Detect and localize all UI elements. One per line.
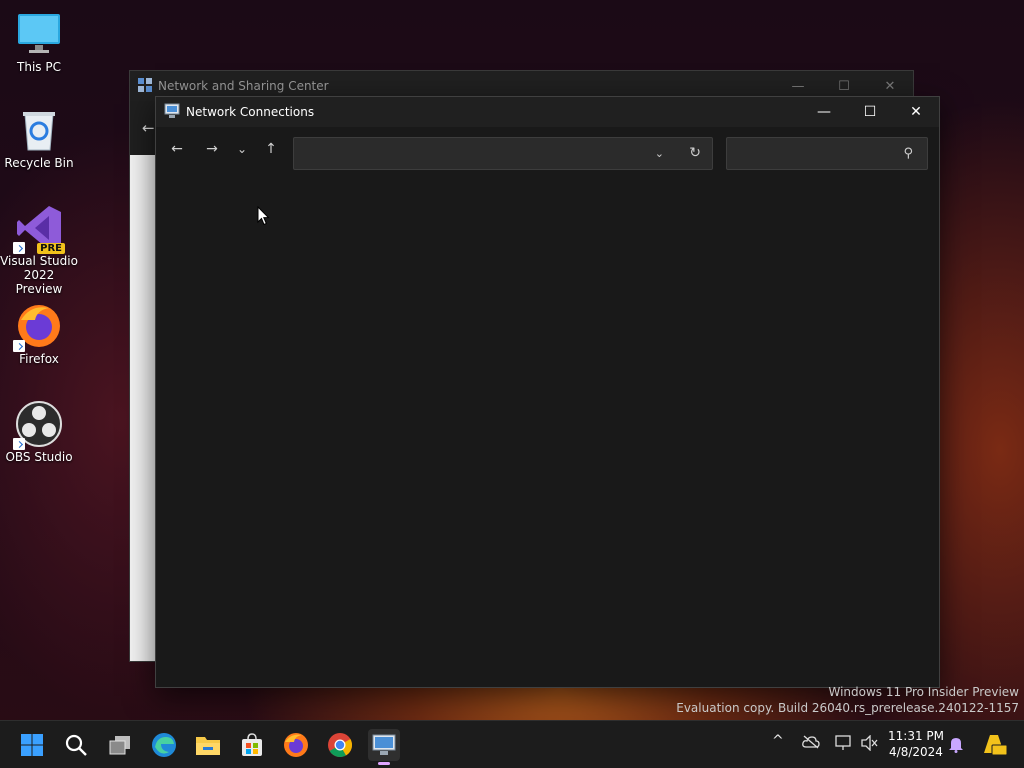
back-button[interactable]: ← [166,139,188,159]
clock-time: 11:31 PM [888,729,944,743]
title-bar[interactable]: Network Connections — ☐ ✕ [156,97,939,127]
search-button[interactable] [60,729,92,761]
task-view-icon [109,736,130,755]
chrome-icon [328,733,353,758]
edition-watermark: Windows 11 Pro Insider Preview [828,685,1019,699]
shortcut-arrow-icon [13,242,25,254]
obs-icon [13,400,63,450]
start-icon [21,734,43,756]
forward-button[interactable]: → [201,139,223,159]
network-connections-taskbar-button[interactable] [368,729,400,765]
shortcut-arrow-icon [13,438,25,450]
store-button[interactable] [236,729,268,761]
window-title: Network Connections [186,105,315,119]
network-status-icon[interactable] [834,735,852,755]
firefox-icon [284,733,308,757]
minimize-button[interactable]: — [801,97,847,127]
mouse-cursor-icon [257,205,270,230]
network-connections-icon [372,734,396,755]
pre-badge: PRE [37,243,65,254]
task-view-button[interactable] [104,729,136,761]
start-button[interactable] [16,729,48,761]
back-arrow-icon[interactable]: ← [142,119,155,137]
build-watermark: Evaluation copy. Build 26040.rs_prerelea… [676,701,1019,715]
desktop-icon-this-pc[interactable]: This PC [0,10,78,74]
recycle-bin-icon [15,106,63,154]
up-button[interactable]: ↑ [260,139,282,159]
file-explorer-icon [196,737,220,755]
desktop-icon-firefox[interactable]: Firefox [0,302,78,366]
shortcut-arrow-icon [13,340,25,352]
network-center-icon [138,77,152,95]
desktop-icon-visual-studio[interactable]: PRE Visual Studio 2022 Preview [0,204,78,296]
visual-studio-icon: PRE [13,204,65,254]
firefox-taskbar-button[interactable] [280,729,312,761]
edge-icon [152,733,176,757]
recent-locations-button[interactable]: ⌄ [231,139,253,159]
taskbar: ^ 11:31 PM 4/8/2024 [0,720,1024,768]
clock-date: 4/8/2024 [889,745,943,759]
content-pane [130,155,156,661]
active-indicator [378,762,390,765]
show-hidden-icons-chevron[interactable]: ^ [772,733,784,749]
search-icon [65,734,87,756]
address-input[interactable] [294,138,712,169]
network-connections-icon [164,103,180,122]
window-title: Network and Sharing Center [158,79,329,93]
search-icon[interactable]: ⚲ [903,146,913,161]
chevron-down-icon[interactable]: ⌄ [655,147,664,160]
search-input[interactable] [727,138,927,169]
network-connections-window[interactable]: Network Connections — ☐ ✕ ← → ⌄ ↑ ⌄ ↻ ⚲ [155,96,940,688]
computer-icon [15,10,63,58]
volume-muted-icon[interactable] [860,734,878,755]
refresh-icon[interactable]: ↻ [689,145,701,161]
firefox-icon [13,302,63,352]
search-box[interactable]: ⚲ [726,137,928,170]
chrome-button[interactable] [324,729,356,761]
notification-bell-icon[interactable] [948,735,964,757]
file-explorer-button[interactable] [192,729,224,761]
address-bar[interactable]: ⌄ ↻ [293,137,713,170]
desktop-icon-label: Visual Studio 2022 Preview [0,254,78,296]
close-button[interactable]: ✕ [893,97,939,127]
desktop-icon-obs[interactable]: OBS Studio [0,400,78,464]
edge-button[interactable] [148,729,180,761]
maximize-button[interactable]: ☐ [847,97,893,127]
system-clock[interactable]: 11:31 PM 4/8/2024 [880,728,952,760]
cloud-offline-icon[interactable] [802,735,820,753]
copilot-pre-icon[interactable] [980,731,1008,761]
desktop-icon-recycle-bin[interactable]: Recycle Bin [0,106,78,170]
store-icon [242,733,262,756]
